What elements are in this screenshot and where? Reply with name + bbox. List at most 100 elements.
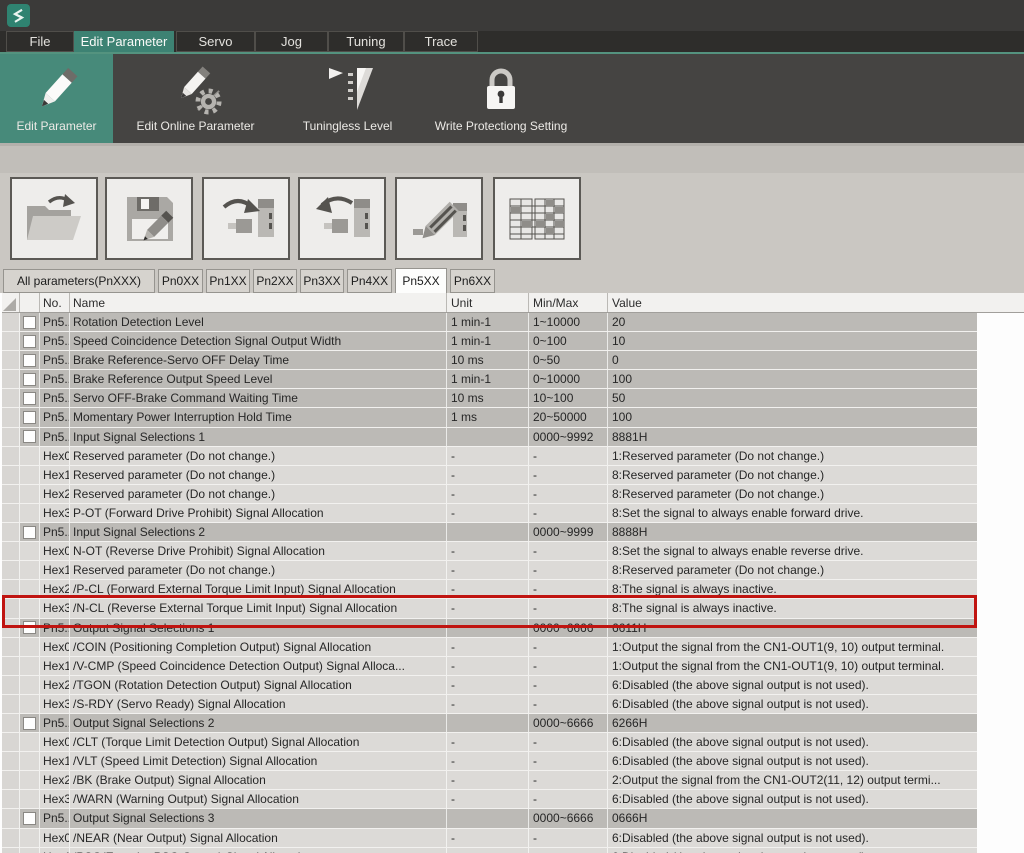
- select-all-corner[interactable]: [2, 293, 20, 312]
- table-row[interactable]: Hex2Reserved parameter (Do not change.)-…: [2, 485, 977, 504]
- name-cell[interactable]: /V-CMP (Speed Coincidence Detection Outp…: [70, 657, 447, 675]
- tab-pn0xx[interactable]: Pn0XX: [158, 269, 203, 293]
- name-cell[interactable]: /S-RDY (Servo Ready) Signal Allocation: [70, 695, 447, 713]
- name-cell[interactable]: /NEAR (Near Output) Signal Allocation: [70, 829, 447, 847]
- name-cell[interactable]: /COIN (Positioning Completion Output) Si…: [70, 638, 447, 656]
- value-cell[interactable]: 8:The signal is always inactive.: [608, 599, 977, 617]
- table-row[interactable]: Hex1/V-CMP (Speed Coincidence Detection …: [2, 657, 977, 676]
- table-row[interactable]: Pn5...Speed Coincidence Detection Signal…: [2, 332, 977, 351]
- name-cell[interactable]: /CLT (Torque Limit Detection Output) Sig…: [70, 733, 447, 751]
- value-cell[interactable]: 8:Reserved parameter (Do not change.): [608, 561, 977, 579]
- table-row[interactable]: Hex3/S-RDY (Servo Ready) Signal Allocati…: [2, 695, 977, 714]
- value-cell[interactable]: 1:Output the signal from the CN1-OUT1(9,…: [608, 638, 977, 656]
- value-cell[interactable]: 10: [608, 332, 977, 350]
- value-cell[interactable]: 0666H: [608, 809, 977, 827]
- name-cell[interactable]: Output Signal Selections 3: [70, 809, 447, 827]
- value-cell[interactable]: 6:Disabled (the above signal output is n…: [608, 695, 977, 713]
- table-row[interactable]: Hex3/N-CL (Reverse External Torque Limit…: [2, 599, 977, 618]
- table-row[interactable]: Hex0/CLT (Torque Limit Detection Output)…: [2, 733, 977, 752]
- tab-pn1xx[interactable]: Pn1XX: [206, 269, 250, 293]
- value-cell[interactable]: 8881H: [608, 428, 977, 446]
- tab-pn4xx[interactable]: Pn4XX: [347, 269, 392, 293]
- name-cell[interactable]: Rotation Detection Level: [70, 313, 447, 331]
- table-row[interactable]: Pn5...Servo OFF-Brake Command Waiting Ti…: [2, 389, 977, 408]
- header-unit[interactable]: Unit: [447, 293, 529, 312]
- name-cell[interactable]: /P-CL (Forward External Torque Limit Inp…: [70, 580, 447, 598]
- row-checkbox[interactable]: [23, 354, 36, 367]
- edit-online-servo-button[interactable]: [395, 177, 483, 260]
- table-row[interactable]: Pn5...Brake Reference Output Speed Level…: [2, 370, 977, 389]
- row-checkbox[interactable]: [23, 526, 36, 539]
- tab-pn3xx[interactable]: Pn3XX: [300, 269, 344, 293]
- menu-tuning[interactable]: Tuning: [328, 31, 404, 52]
- table-row[interactable]: Hex1/VLT (Speed Limit Detection) Signal …: [2, 752, 977, 771]
- header-value[interactable]: Value: [608, 293, 977, 312]
- open-parameter-file-button[interactable]: [10, 177, 98, 260]
- value-cell[interactable]: 100: [608, 408, 977, 426]
- tab-pn5xx[interactable]: Pn5XX: [395, 268, 447, 293]
- table-row[interactable]: Hex0Reserved parameter (Do not change.)-…: [2, 447, 977, 466]
- table-row[interactable]: Pn5...Brake Reference-Servo OFF Delay Ti…: [2, 351, 977, 370]
- name-cell[interactable]: Output Signal Selections 1: [70, 619, 447, 637]
- table-row[interactable]: Hex2/TGON (Rotation Detection Output) Si…: [2, 676, 977, 695]
- table-row[interactable]: Pn5...Input Signal Selections 10000~9992…: [2, 428, 977, 447]
- name-cell[interactable]: Reserved parameter (Do not change.): [70, 466, 447, 484]
- row-checkbox[interactable]: [23, 335, 36, 348]
- table-row[interactable]: Hex1Reserved parameter (Do not change.)-…: [2, 561, 977, 580]
- tab-all-parameters[interactable]: All parameters(PnXXX): [3, 269, 155, 293]
- value-cell[interactable]: 2:Output the signal from the CN1-OUT2(11…: [608, 771, 977, 789]
- header-minmax[interactable]: Min/Max: [529, 293, 608, 312]
- name-cell[interactable]: /WARN (Warning Output) Signal Allocation: [70, 790, 447, 808]
- value-cell[interactable]: 8:The signal is always inactive.: [608, 580, 977, 598]
- table-row[interactable]: Hex1/PSO(Encoder PSO Output) Signal Allo…: [2, 848, 977, 853]
- name-cell[interactable]: Momentary Power Interruption Hold Time: [70, 408, 447, 426]
- table-row[interactable]: Hex2/P-CL (Forward External Torque Limit…: [2, 580, 977, 599]
- name-cell[interactable]: /BK (Brake Output) Signal Allocation: [70, 771, 447, 789]
- value-cell[interactable]: 100: [608, 370, 977, 388]
- row-checkbox[interactable]: [23, 812, 36, 825]
- menu-jog[interactable]: Jog: [255, 31, 328, 52]
- row-checkbox[interactable]: [23, 392, 36, 405]
- table-row[interactable]: Pn5...Rotation Detection Level1 min-11~1…: [2, 313, 977, 332]
- ribbon-edit-parameter[interactable]: Edit Parameter: [0, 54, 113, 143]
- ribbon-edit-online-parameter[interactable]: Edit Online Parameter: [123, 54, 268, 143]
- table-row[interactable]: Pn5...Momentary Power Interruption Hold …: [2, 408, 977, 427]
- name-cell[interactable]: P-OT (Forward Drive Prohibit) Signal All…: [70, 504, 447, 522]
- table-row[interactable]: Hex3P-OT (Forward Drive Prohibit) Signal…: [2, 504, 977, 523]
- table-row[interactable]: Hex0N-OT (Reverse Drive Prohibit) Signal…: [2, 542, 977, 561]
- table-row[interactable]: Hex3/WARN (Warning Output) Signal Alloca…: [2, 790, 977, 809]
- name-cell[interactable]: Reserved parameter (Do not change.): [70, 485, 447, 503]
- header-name[interactable]: Name: [70, 293, 447, 312]
- value-cell[interactable]: 8:Reserved parameter (Do not change.): [608, 466, 977, 484]
- value-cell[interactable]: 6:Disabled (the above signal output is n…: [608, 676, 977, 694]
- table-row[interactable]: Hex1Reserved parameter (Do not change.)-…: [2, 466, 977, 485]
- row-checkbox[interactable]: [23, 717, 36, 730]
- name-cell[interactable]: Input Signal Selections 2: [70, 523, 447, 541]
- name-cell[interactable]: /N-CL (Reverse External Torque Limit Inp…: [70, 599, 447, 617]
- value-cell[interactable]: 8888H: [608, 523, 977, 541]
- value-cell[interactable]: 6:Disabled (the above signal output is n…: [608, 790, 977, 808]
- menu-servo[interactable]: Servo: [176, 31, 255, 52]
- row-checkbox[interactable]: [23, 621, 36, 634]
- ribbon-write-protecting-setting[interactable]: Write Protectiong Setting: [425, 54, 577, 143]
- save-parameter-file-button[interactable]: [105, 177, 193, 260]
- value-cell[interactable]: 0: [608, 351, 977, 369]
- parameter-grid-button[interactable]: [493, 177, 581, 260]
- tab-pn6xx[interactable]: Pn6XX: [450, 269, 495, 293]
- value-cell[interactable]: 6611H: [608, 619, 977, 637]
- menu-trace[interactable]: Trace: [404, 31, 478, 52]
- row-checkbox[interactable]: [23, 411, 36, 424]
- value-cell[interactable]: 6:Disabled (the above signal output is n…: [608, 829, 977, 847]
- name-cell[interactable]: Input Signal Selections 1: [70, 428, 447, 446]
- name-cell[interactable]: /PSO(Encoder PSO Output) Signal Allocati…: [70, 848, 447, 853]
- tab-pn2xx[interactable]: Pn2XX: [253, 269, 297, 293]
- value-cell[interactable]: 6:Disabled (the above signal output is n…: [608, 848, 977, 853]
- name-cell[interactable]: Reserved parameter (Do not change.): [70, 447, 447, 465]
- header-no[interactable]: No.: [40, 293, 70, 312]
- table-row[interactable]: Pn5...Input Signal Selections 20000~9999…: [2, 523, 977, 542]
- value-cell[interactable]: 6:Disabled (the above signal output is n…: [608, 733, 977, 751]
- menu-edit-parameter[interactable]: Edit Parameter: [74, 31, 174, 52]
- write-to-servo-button[interactable]: [202, 177, 290, 260]
- name-cell[interactable]: /TGON (Rotation Detection Output) Signal…: [70, 676, 447, 694]
- name-cell[interactable]: Speed Coincidence Detection Signal Outpu…: [70, 332, 447, 350]
